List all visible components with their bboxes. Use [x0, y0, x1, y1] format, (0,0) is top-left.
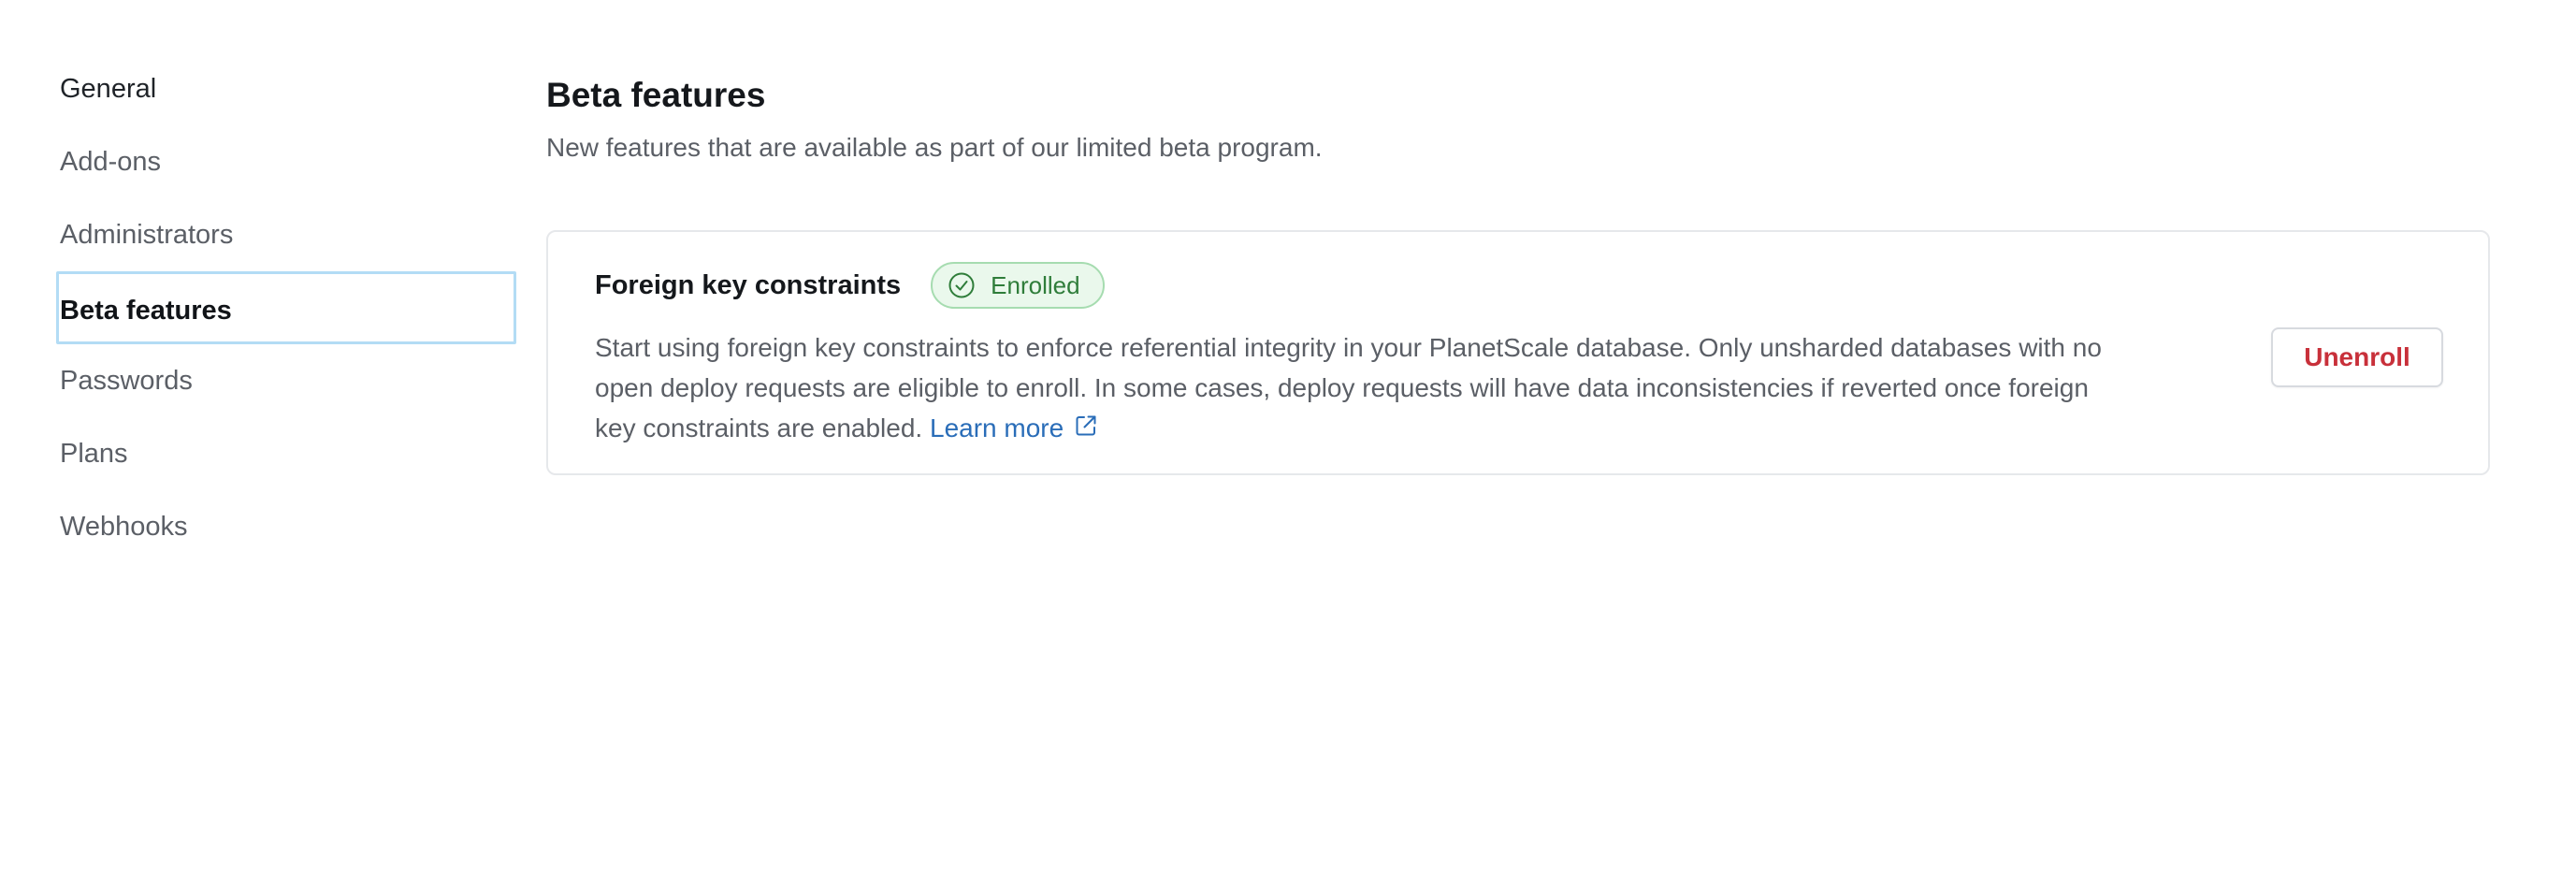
learn-more-link[interactable]: Learn more [930, 413, 1099, 442]
sidebar-item-passwords[interactable]: Passwords [58, 344, 516, 417]
page-title: Beta features [546, 76, 766, 114]
settings-page: General Add-ons Administrators Beta feat… [0, 0, 2576, 870]
external-link-icon [1073, 410, 1099, 436]
sidebar-item-webhooks[interactable]: Webhooks [58, 490, 516, 563]
feature-title: Foreign key constraints [595, 270, 902, 300]
learn-more-label: Learn more [930, 413, 1064, 442]
sidebar-item-administrators[interactable]: Administrators [58, 198, 516, 271]
feature-description-text: Start using foreign key constraints to e… [595, 333, 2102, 442]
feature-card-foreign-key-constraints: Foreign key constraints Enrolled Start u… [546, 230, 2490, 475]
badge-label: Enrolled [991, 270, 1080, 299]
enrolled-badge: Enrolled [931, 262, 1105, 309]
sidebar-item-plans[interactable]: Plans [58, 417, 516, 490]
page-subtitle: New features that are available as part … [546, 133, 1323, 162]
sidebar-item-beta-features[interactable]: Beta features [56, 271, 516, 344]
sidebar-item-add-ons[interactable]: Add-ons [58, 125, 516, 198]
unenroll-button[interactable]: Unenroll [2271, 327, 2443, 387]
check-circle-icon [948, 271, 976, 299]
settings-sidebar: General Add-ons Administrators Beta feat… [56, 52, 516, 563]
sidebar-item-general[interactable]: General [58, 52, 516, 125]
feature-card-header: Foreign key constraints Enrolled [595, 262, 1105, 309]
main-content: Beta features New features that are avai… [546, 71, 2492, 475]
feature-description: Start using foreign key constraints to e… [595, 327, 2129, 448]
